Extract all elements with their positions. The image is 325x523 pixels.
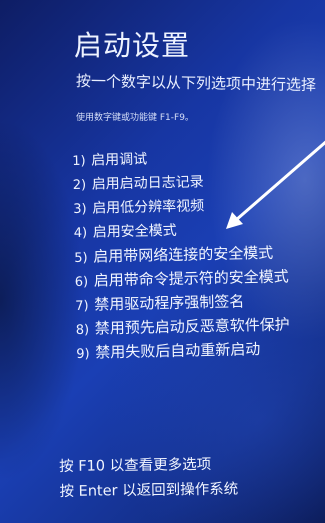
footer-instructions: 按 F10 以查看更多选项 按 Enter 以返回到操作系统 <box>59 453 238 505</box>
option-label: 禁用预先启动反恶意软件保护 <box>94 315 290 338</box>
option-label: 启用启动日志记录 <box>91 174 204 193</box>
page-title: 启动设置 <box>74 29 191 62</box>
option-label: 启用安全模式 <box>92 222 177 241</box>
option-number: 5) <box>74 250 88 266</box>
option-label: 启用调试 <box>91 151 148 169</box>
option-label: 启用带网络连接的安全模式 <box>93 243 274 266</box>
option-number: 1) <box>72 153 86 169</box>
option-label: 启用带命令提示符的安全模式 <box>93 267 289 290</box>
option-number: 3) <box>73 201 87 217</box>
option-label: 禁用失败后自动重新启动 <box>95 340 261 362</box>
option-number: 8) <box>75 322 90 338</box>
startup-settings-screen: 启动设置 按一个数字以从下列选项中进行选择 使用数字键或功能键 F1-F9。 1… <box>0 0 325 523</box>
option-number: 6) <box>74 274 89 290</box>
more-options-prompt[interactable]: 按 F10 以查看更多选项 <box>59 453 238 480</box>
option-number: 7) <box>75 298 89 314</box>
startup-options-list: 1) 启用调试 2) 启用启动日志记录 3) 启用低分辨率视频 4) 启用安全模… <box>72 146 290 366</box>
instruction-text: 按一个数字以从下列选项中进行选择 <box>75 72 317 95</box>
return-to-os-prompt[interactable]: 按 Enter 以返回到操作系统 <box>59 478 238 505</box>
option-disable-auto-restart[interactable]: 9) 禁用失败后自动重新启动 <box>76 337 290 365</box>
key-hint-text: 使用数字键或功能键 F1-F9。 <box>76 113 194 123</box>
option-number: 2) <box>72 177 87 193</box>
option-number: 4) <box>73 225 88 241</box>
option-label: 启用低分辨率视频 <box>92 198 205 217</box>
option-label: 禁用驱动程序强制签名 <box>94 292 245 314</box>
option-number: 9) <box>76 346 90 362</box>
